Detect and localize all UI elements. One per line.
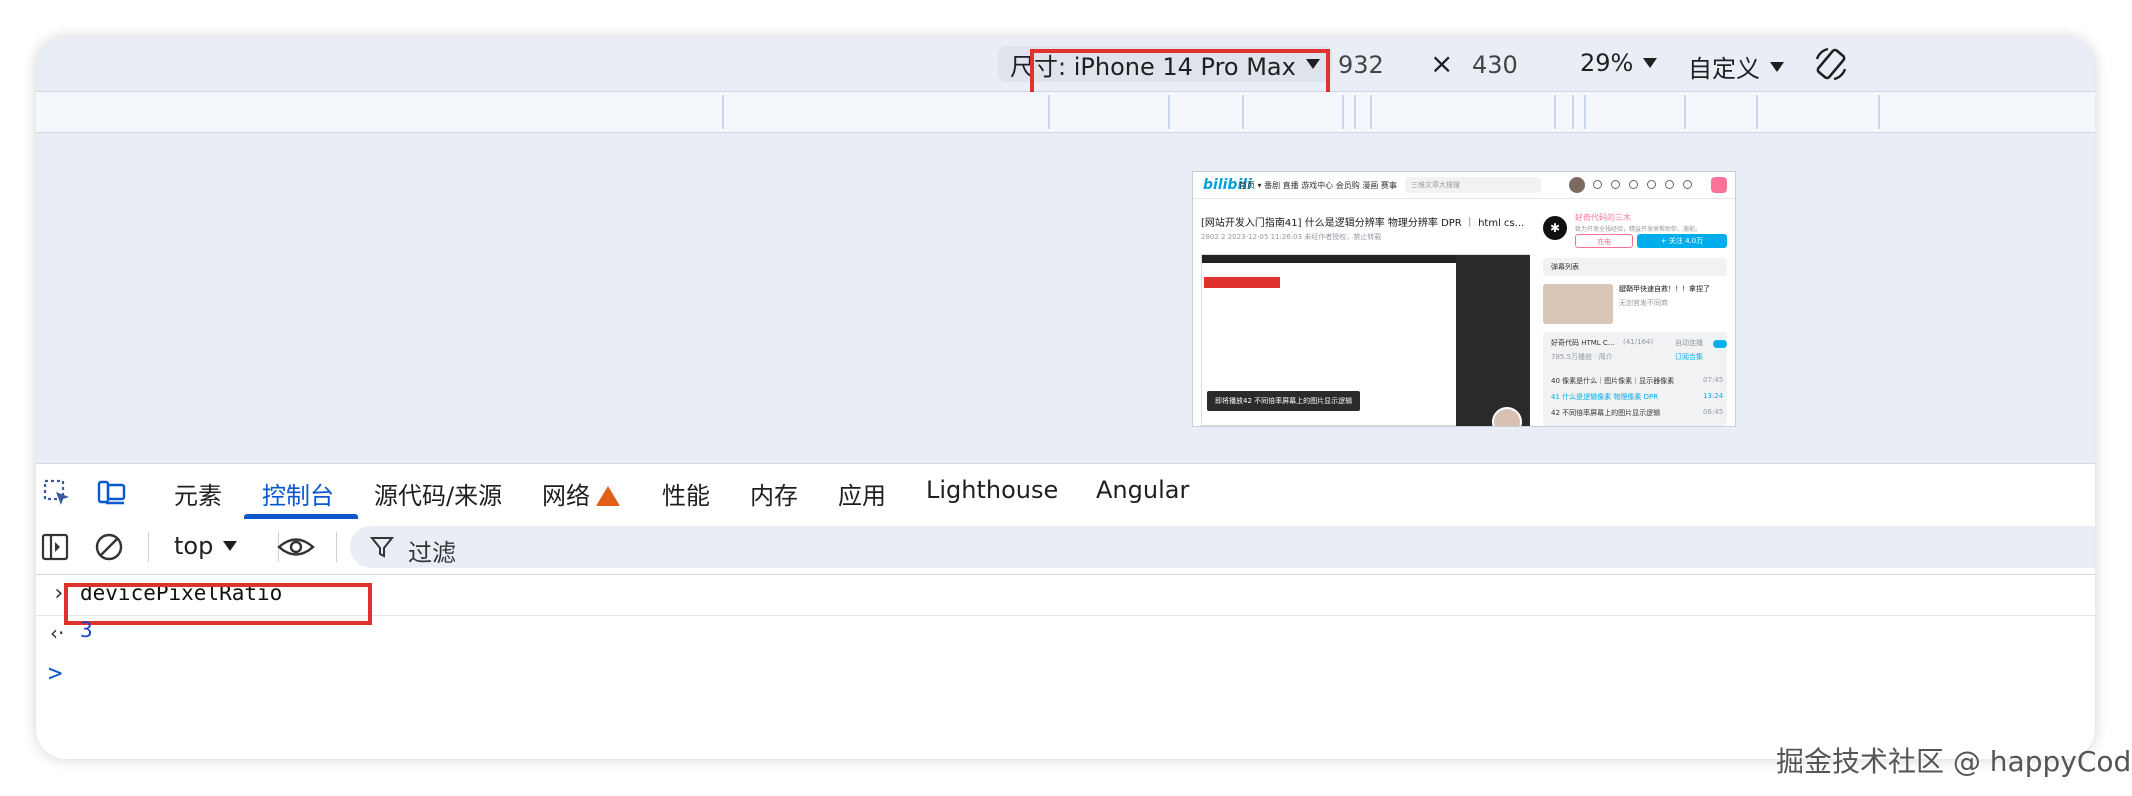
playlist-meta: 785.5万播放 · 简介 (1551, 353, 1613, 361)
preview-header-icon (1611, 180, 1620, 189)
playlist-title: 好奇代码 HTML C... (1551, 339, 1615, 347)
tab-sources[interactable]: 源代码/来源 (374, 476, 502, 511)
chevron-down-icon (1770, 61, 1784, 72)
autoplay-label: 自动连播 (1675, 339, 1703, 347)
playlist-count: (41/164) (1623, 338, 1654, 346)
preview-header: bilibili 首页 ▾ 番剧 直播 游戏中心 会员购 漫画 赛事 三维文章大… (1193, 172, 1735, 199)
device-toggle-icon[interactable] (96, 478, 126, 508)
playlist-box: 好奇代码 HTML C... (41/164) 自动连播 785.5万播放 · … (1543, 332, 1727, 426)
devtools-window: 尺寸: iPhone 14 Pro Max 932 × 430 29% 自定义 (36, 37, 2095, 759)
warning-icon (596, 486, 620, 506)
playlist-item-active: 41 什么是逻辑像素 物理像素 DPR (1551, 393, 1659, 401)
preview-video-meta: 2802 2 2023-12-05 11:26:03 未经作者授权，禁止转载 (1201, 233, 1382, 241)
rec-up: 无剑官发不同商 (1619, 299, 1668, 307)
rotate-icon[interactable] (1812, 45, 1850, 83)
eye-icon[interactable] (276, 532, 316, 562)
result-arrow-icon: ‹· (50, 621, 65, 645)
playlist-item: 40 像素是什么｜图片像素｜显示器像素 (1551, 377, 1675, 385)
console-toolbar: top 过滤 (36, 520, 2095, 575)
tab-network[interactable]: 网络 (542, 476, 620, 511)
watermark: 掘金技术社区 @ happyCoder (1776, 745, 2132, 778)
highlight-box-command (64, 583, 372, 625)
chevron-down-icon (1643, 58, 1658, 68)
preview-video-player: 即将播放42 不同倍率屏幕上的图片显示逻辑 (1201, 254, 1530, 426)
autoplay-toggle (1713, 340, 1727, 348)
chevron-down-icon (223, 541, 238, 551)
throttle-select[interactable]: 自定义 (1688, 49, 1784, 84)
throttle-label: 自定义 (1688, 55, 1760, 83)
charge-button: 充电 (1575, 234, 1633, 248)
upload-icon (1711, 177, 1727, 193)
danmaku-label: 弹幕列表 (1551, 263, 1579, 271)
media-query-ruler (36, 92, 2095, 133)
device-preview[interactable]: bilibili 首页 ▾ 番剧 直播 游戏中心 会员购 漫画 赛事 三维文章大… (1192, 171, 1736, 427)
tab-memory[interactable]: 内存 (750, 476, 798, 511)
preview-header-icon (1593, 180, 1602, 189)
up-desc: 致力开发全栈经验，精益开发来帮助你，速配。 (1575, 226, 1702, 233)
avatar (1569, 177, 1585, 193)
preview-toast: 即将播放42 不同倍率屏幕上的图片显示逻辑 (1207, 391, 1361, 411)
zoom-label: 29% (1580, 49, 1634, 77)
width-input[interactable]: 932 (1338, 51, 1384, 79)
filter-input[interactable]: 过滤 (350, 526, 2095, 568)
zoom-select[interactable]: 29% (1580, 49, 1658, 77)
context-label: top (174, 532, 214, 560)
playlist-item: 42 不同倍率屏幕上的图片显示逻辑 (1551, 409, 1661, 417)
preview-header-icon (1665, 180, 1674, 189)
tab-performance[interactable]: 性能 (662, 476, 710, 511)
tab-console[interactable]: 控制台 (262, 476, 334, 511)
subscribe-button: 订阅合集 (1675, 353, 1703, 361)
preview-nav: 首页 ▾ 番剧 直播 游戏中心 会员购 漫画 赛事 (1239, 181, 1397, 190)
follow-button: + 关注 4.0万 (1637, 234, 1727, 248)
rec-title: 腱鞘甲快速自救！！！拿捏了 (1619, 285, 1710, 293)
tab-angular[interactable]: Angular (1096, 476, 1189, 504)
sidebar-toggle-icon[interactable] (40, 532, 70, 562)
danmaku-list: 弹幕列表 (1543, 258, 1727, 276)
preview-search: 三维文章大搜搜 (1405, 177, 1541, 193)
active-tab-indicator (244, 514, 358, 519)
preview-header-icon (1647, 180, 1656, 189)
tab-lighthouse[interactable]: Lighthouse (926, 476, 1058, 504)
playlist-item-time: 07:45 (1703, 376, 1724, 384)
devtools-tabbar: 元素 控制台 源代码/来源 网络 性能 内存 应用 Lighthouse Ang… (36, 463, 2095, 521)
tab-network-label: 网络 (542, 482, 590, 510)
preview-video-title: [网站开发入门指南41] 什么是逻辑分辨率 物理分辨率 DPR ｜ html c… (1201, 218, 1525, 229)
device-viewport (36, 133, 2095, 503)
tab-application[interactable]: 应用 (838, 476, 886, 511)
times-sign: × (1430, 47, 1454, 80)
clear-console-icon[interactable] (94, 532, 124, 562)
up-name: 好奇代码的三木 (1575, 213, 1631, 222)
console-prompt[interactable]: > (48, 659, 62, 687)
tab-elements[interactable]: 元素 (174, 476, 222, 511)
rec-thumbnail (1543, 284, 1613, 324)
preview-header-icon (1629, 180, 1638, 189)
filter-label: 过滤 (408, 539, 456, 567)
height-input[interactable]: 430 (1472, 51, 1518, 79)
up-avatar: ✱ (1543, 216, 1567, 240)
playlist-item-time: 13:24 (1703, 392, 1724, 400)
preview-header-icon (1683, 180, 1692, 189)
console-result: 3 (80, 618, 93, 642)
playlist-item-time: 06:45 (1703, 408, 1724, 416)
filter-icon (370, 537, 394, 558)
inspect-element-icon[interactable] (42, 478, 72, 508)
context-select[interactable]: top (174, 532, 238, 560)
